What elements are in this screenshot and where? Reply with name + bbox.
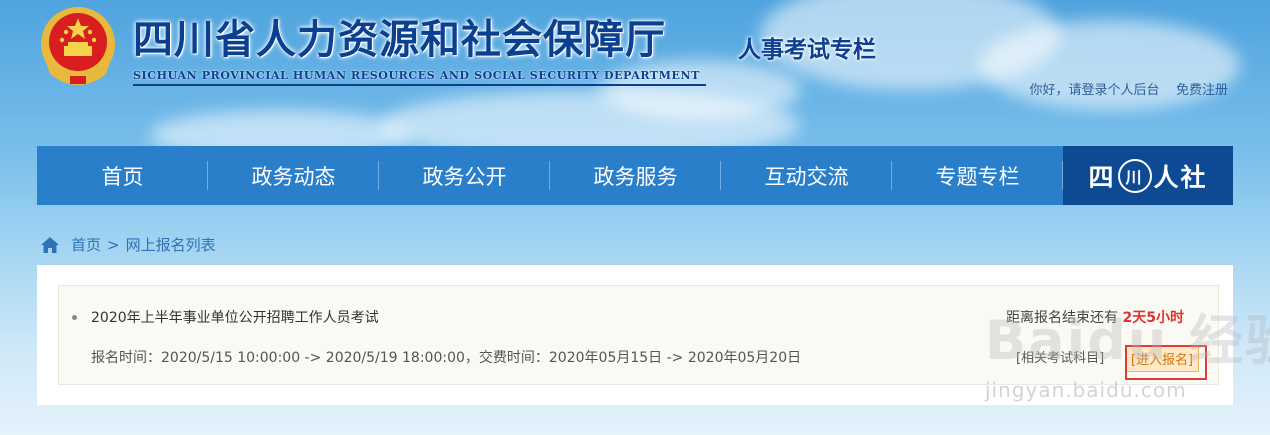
annotation-highlight-box (1125, 345, 1207, 380)
countdown-value: 2天5小时 (1122, 310, 1184, 326)
nav-item-services[interactable]: 政务服务 (550, 146, 721, 205)
breadcrumb-current: 网上报名列表 (125, 236, 216, 254)
site-subtitle: 人事考试专栏 (738, 37, 876, 63)
bullet-icon (72, 315, 77, 320)
login-link[interactable]: 你好，请登录个人后台 (1029, 83, 1159, 98)
brand-circle-icon: 川 (1117, 158, 1152, 193)
site-title: 四川省人力资源和社会保障厅 (133, 16, 666, 63)
related-subjects-link[interactable]: [相关考试科目] (1016, 347, 1104, 366)
countdown-prefix: 距离报名结束还有 (1006, 310, 1119, 326)
register-link[interactable]: 免费注册 (1176, 83, 1228, 98)
breadcrumb-separator: > (107, 235, 120, 254)
breadcrumb-home[interactable]: 首页 (71, 234, 101, 255)
home-icon[interactable] (40, 236, 60, 254)
nav-item-special-topics[interactable]: 专题专栏 (892, 146, 1063, 205)
exam-dates: 报名时间：2020/5/15 10:00:00 -> 2020/5/19 18:… (91, 350, 802, 366)
breadcrumb: 首页 > 网上报名列表 (40, 234, 216, 255)
user-links: 你好，请登录个人后台 免费注册 (1029, 79, 1228, 98)
exam-title[interactable]: 2020年上半年事业单位公开招聘工作人员考试 (91, 307, 379, 327)
sichuan-hrss-logo[interactable]: 四 川 人社 (1063, 146, 1233, 205)
brand-char-mid: 川 (1125, 167, 1144, 187)
nav-item-news[interactable]: 政务动态 (208, 146, 379, 205)
site-title-english: SICHUAN PROVINCIAL HUMAN RESOURCES AND S… (133, 69, 700, 82)
exam-list-panel: 2020年上半年事业单位公开招聘工作人员考试 距离报名结束还有 2天5小时 报名… (37, 265, 1233, 405)
list-item: 2020年上半年事业单位公开招聘工作人员考试 距离报名结束还有 2天5小时 报名… (58, 285, 1219, 385)
title-underline (133, 84, 706, 86)
brand-char-right: 人社 (1153, 162, 1208, 192)
nav-item-public-affairs[interactable]: 政务公开 (379, 146, 550, 205)
registration-countdown: 距离报名结束还有 2天5小时 (1006, 307, 1184, 327)
nav-item-interaction[interactable]: 互动交流 (721, 146, 892, 205)
brand-char-left: 四 (1088, 162, 1116, 192)
main-nav: 首页 政务动态 政务公开 政务服务 互动交流 专题专栏 四 川 人社 (37, 146, 1233, 205)
national-emblem-icon (41, 7, 115, 85)
nav-item-home[interactable]: 首页 (37, 146, 208, 205)
